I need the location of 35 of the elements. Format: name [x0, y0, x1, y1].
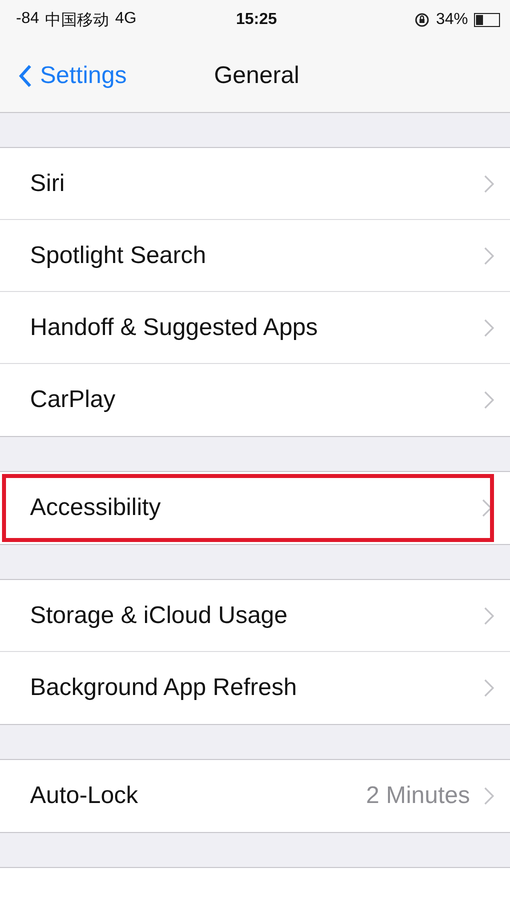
settings-row[interactable]: Siri	[0, 148, 510, 220]
battery-percentage: 34%	[436, 11, 468, 29]
row-label: Accessibility	[30, 494, 162, 522]
settings-row[interactable]: Spotlight Search	[0, 220, 510, 292]
row-label: Handoff & Suggested Apps	[30, 314, 319, 342]
rotation-lock-icon	[414, 12, 430, 28]
chevron-right-icon	[484, 391, 494, 409]
nav-title: General	[214, 62, 300, 90]
back-chevron-icon	[18, 64, 32, 88]
settings-row[interactable]: CarPlay	[0, 364, 510, 436]
row-label: CarPlay	[30, 386, 116, 414]
chevron-right-icon	[484, 679, 494, 697]
settings-row[interactable]: Storage & iCloud Usage	[0, 580, 510, 652]
settings-row[interactable]: Handoff & Suggested Apps	[0, 292, 510, 364]
chevron-right-icon	[482, 499, 492, 517]
row-label: Background App Refresh	[30, 674, 298, 702]
chevron-right-icon	[484, 606, 494, 624]
row-value: 2 Minutes	[366, 782, 470, 810]
row-label: Storage & iCloud Usage	[30, 602, 288, 630]
settings-row[interactable]: Auto-Lock 2 Minutes	[0, 760, 510, 832]
settings-row[interactable]: Background App Refresh	[0, 652, 510, 724]
settings-row[interactable]: Accessibility	[0, 472, 496, 544]
status-time: 15:25	[236, 11, 278, 29]
battery-icon	[474, 13, 500, 27]
chevron-right-icon	[484, 246, 494, 264]
chevron-right-icon	[484, 174, 494, 192]
carrier-name: 中国移动	[45, 10, 110, 30]
signal-strength: -84	[16, 10, 40, 28]
network-type: 4G	[115, 10, 136, 28]
row-label: Auto-Lock	[30, 782, 140, 810]
chevron-right-icon	[484, 787, 494, 805]
row-label: Siri	[30, 170, 66, 198]
back-button[interactable]: Settings	[18, 62, 214, 90]
chevron-right-icon	[484, 318, 494, 336]
row-label: Spotlight Search	[30, 242, 208, 270]
